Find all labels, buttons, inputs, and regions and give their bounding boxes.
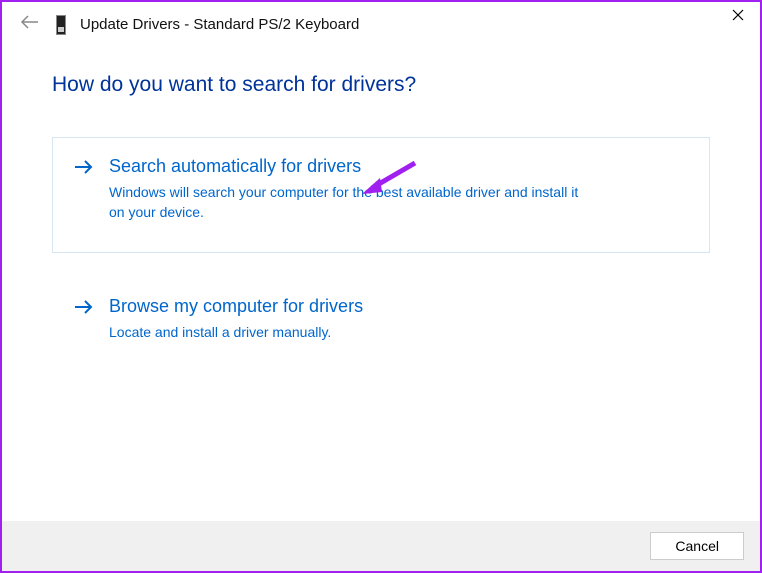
close-icon[interactable] [726,6,750,28]
option-desc: Windows will search your computer for th… [109,183,589,222]
back-arrow-icon[interactable] [18,12,42,37]
arrow-right-icon [73,296,95,343]
footer-bar: Cancel [2,521,760,571]
arrow-right-icon [73,156,95,222]
device-icon [56,15,66,35]
option-search-automatically[interactable]: Search automatically for drivers Windows… [52,137,710,253]
option-desc: Locate and install a driver manually. [109,323,589,343]
content-area: How do you want to search for drivers? S… [2,45,760,374]
cancel-button[interactable]: Cancel [650,532,744,560]
option-title: Browse my computer for drivers [109,296,689,317]
window-title: Update Drivers - Standard PS/2 Keyboard [80,16,359,33]
header-bar: Update Drivers - Standard PS/2 Keyboard [2,2,760,45]
option-title: Search automatically for drivers [109,156,689,177]
option-browse-computer[interactable]: Browse my computer for drivers Locate an… [52,277,710,374]
page-heading: How do you want to search for drivers? [52,73,710,97]
